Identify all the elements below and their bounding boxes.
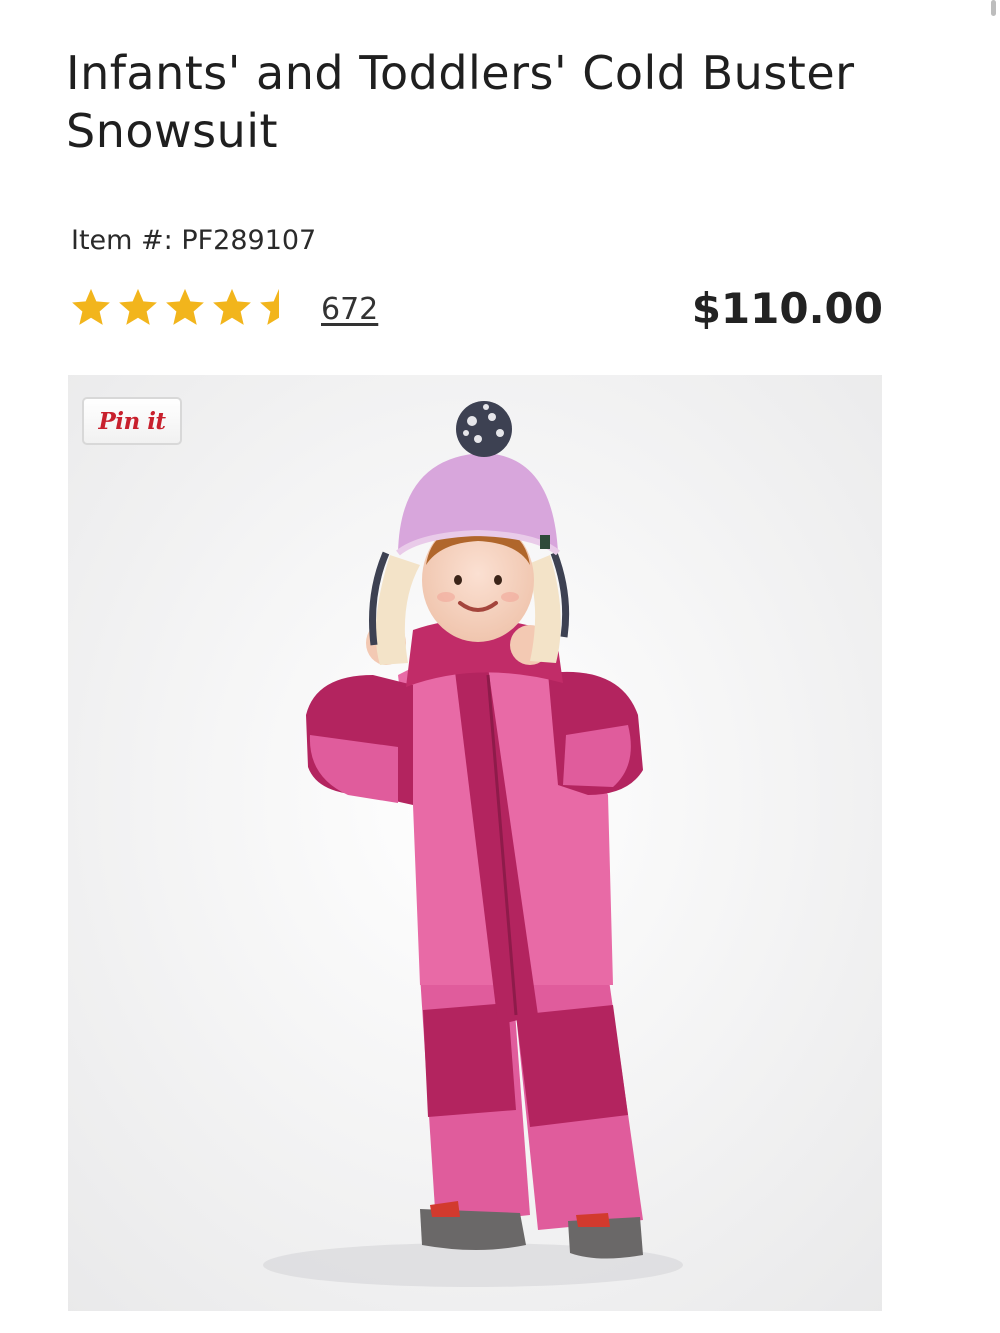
star-rating[interactable] xyxy=(69,286,301,332)
product-photo xyxy=(68,375,882,1311)
pin-it-button[interactable]: Pin it xyxy=(82,397,182,445)
rating-row: 672 $110.00 xyxy=(69,284,883,334)
star-half-icon xyxy=(260,288,298,325)
star-icon xyxy=(119,288,157,325)
star-icon xyxy=(213,288,251,325)
review-count-link[interactable]: 672 xyxy=(321,290,378,330)
product-image[interactable]: Pin it xyxy=(68,375,882,1311)
product-title: Infants' and Toddlers' Cold Buster Snows… xyxy=(66,46,855,158)
star-icon xyxy=(166,288,204,325)
item-number: Item #: PF289107 xyxy=(71,225,317,256)
product-price: $110.00 xyxy=(691,284,883,333)
star-icon xyxy=(72,288,110,325)
scrollbar-thumb[interactable] xyxy=(991,0,996,16)
pin-it-label: Pin it xyxy=(98,407,166,435)
